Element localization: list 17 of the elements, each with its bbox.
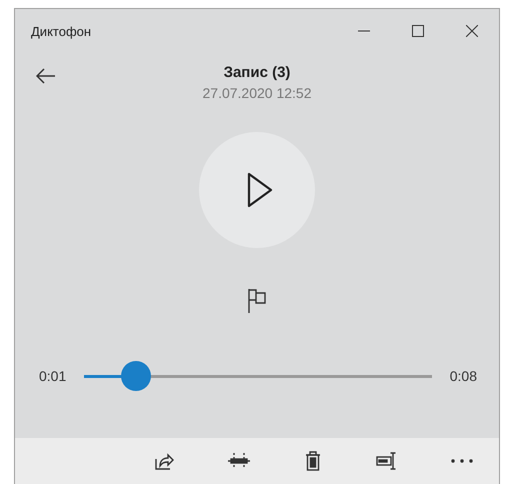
recording-title: Запис (3): [224, 64, 290, 81]
share-icon: [154, 451, 174, 471]
back-arrow-icon: [36, 68, 56, 84]
window-title: Диктофон: [31, 24, 92, 38]
recording-date: 27.07.2020 12:52: [202, 85, 312, 101]
minimize-icon: [358, 30, 370, 32]
maximize-icon: [412, 25, 424, 37]
elapsed-time: 0:01: [39, 368, 66, 384]
total-time: 0:08: [450, 368, 477, 384]
play-icon: [247, 172, 273, 208]
close-icon: [466, 25, 478, 37]
trash-icon: [305, 451, 322, 471]
seek-slider[interactable]: [84, 361, 432, 391]
rename-icon: [376, 451, 398, 471]
flag-icon: [247, 288, 267, 314]
more-icon: [450, 458, 474, 464]
slider-thumb[interactable]: [121, 360, 152, 390]
